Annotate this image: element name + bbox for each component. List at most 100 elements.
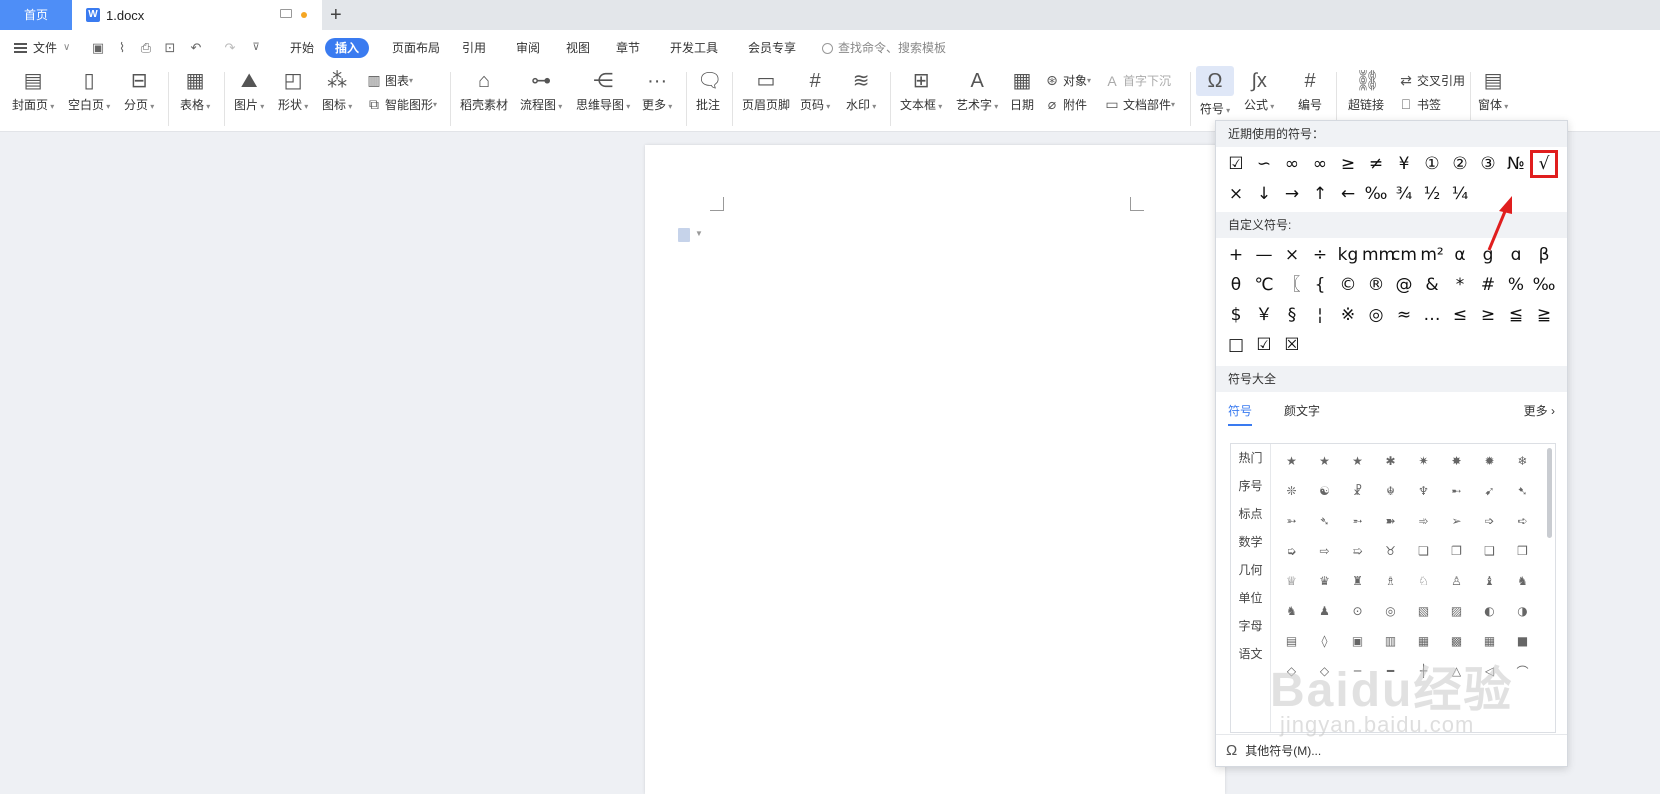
glyph-cell[interactable]: ◎ — [1374, 604, 1407, 618]
custom-symbol[interactable]: × — [1278, 241, 1306, 269]
formula-button[interactable]: ∫x 公式 ▾ — [1244, 70, 1274, 113]
save-icon[interactable]: ▣ — [90, 40, 106, 56]
custom-symbol[interactable]: # — [1474, 271, 1502, 299]
custom-symbol[interactable]: kg — [1334, 241, 1362, 269]
picture-button[interactable]: ⛰ 图片 ▾ — [234, 70, 264, 113]
glyph-cell[interactable]: ➢ — [1440, 514, 1473, 528]
glyph-cell[interactable]: ■ — [1506, 634, 1539, 648]
custom-symbol[interactable]: ￥ — [1250, 301, 1278, 329]
glyph-cell[interactable]: ➾ — [1407, 514, 1440, 528]
glyph-cell[interactable]: ♗ — [1374, 574, 1407, 588]
more-symbols-link[interactable]: 更多 › — [1524, 402, 1555, 419]
glyph-cell[interactable]: ▦ — [1407, 634, 1440, 648]
smartart-button[interactable]: ⧉ 智能图形 ▾ — [366, 96, 437, 113]
custom-symbol[interactable]: ◎ — [1362, 301, 1390, 329]
symbol-category[interactable]: 字母 — [1231, 612, 1270, 640]
glyph-cell[interactable]: ✱ — [1374, 454, 1407, 468]
recent-symbol[interactable]: ≥ — [1334, 150, 1362, 178]
object-button[interactable]: ⊛ 对象 ▾ — [1044, 72, 1091, 89]
symbol-category[interactable]: 热门 — [1231, 444, 1270, 472]
glyph-cell[interactable]: ❒ — [1506, 544, 1539, 558]
custom-symbol[interactable]: % — [1502, 271, 1530, 299]
shape-button[interactable]: ◰ 形状 ▾ — [278, 70, 308, 113]
custom-symbol[interactable]: ≥ — [1474, 301, 1502, 329]
tab-start[interactable]: 开始 — [280, 38, 324, 58]
recent-symbol[interactable]: ¾ — [1390, 180, 1418, 208]
blank-page-button[interactable]: ▯ 空白页 ▾ — [68, 70, 110, 113]
recent-symbol[interactable]: ∽ — [1250, 150, 1278, 178]
symbol-category[interactable]: 语文 — [1231, 640, 1270, 668]
glyph-cell[interactable]: ◊ — [1308, 634, 1341, 648]
recent-symbol[interactable]: ½ — [1418, 180, 1446, 208]
custom-symbol[interactable]: ® — [1362, 271, 1390, 299]
recent-symbol[interactable]: ① — [1418, 150, 1446, 178]
glyph-cell[interactable]: ➴ — [1308, 514, 1341, 528]
monitor-icon[interactable] — [280, 9, 292, 18]
hyperlink-button[interactable]: ⛓ 超链接 — [1348, 70, 1384, 113]
symbol-category[interactable]: 序号 — [1231, 472, 1270, 500]
recent-symbol[interactable]: ② — [1446, 150, 1474, 178]
command-search[interactable]: 查找命令、搜索模板 — [822, 30, 946, 66]
tab-insert[interactable]: 插入 — [325, 38, 370, 58]
glyph-cell[interactable]: ☧ — [1341, 484, 1374, 498]
symbol-category[interactable]: 几何 — [1231, 556, 1270, 584]
glyph-cell[interactable]: ➽ — [1374, 514, 1407, 528]
custom-symbol[interactable]: cm — [1390, 241, 1418, 269]
recent-symbol[interactable]: ¥ — [1390, 150, 1418, 178]
file-menu-button[interactable]: 文件 ∨ — [14, 30, 70, 66]
glyph-cell[interactable]: ➹ — [1473, 484, 1506, 498]
docpart-button[interactable]: ▭ 文档部件 ▾ — [1104, 96, 1175, 113]
comment-button[interactable]: 🗨 批注 — [696, 70, 722, 113]
other-symbols-button[interactable]: Ω 其他符号(M)... — [1216, 734, 1567, 766]
custom-symbol[interactable]: & — [1418, 271, 1446, 299]
recent-symbol[interactable]: ③ — [1474, 150, 1502, 178]
custom-symbol[interactable]: θ — [1222, 271, 1250, 299]
glyph-cell[interactable]: ➸ — [1440, 484, 1473, 498]
custom-symbol[interactable]: ※ — [1334, 301, 1362, 329]
new-tab-button[interactable]: + — [330, 2, 342, 28]
recent-symbol[interactable]: ← — [1334, 180, 1362, 208]
custom-symbol[interactable]: @ — [1390, 271, 1418, 299]
glyph-cell[interactable]: ❐ — [1440, 544, 1473, 558]
recent-symbol[interactable]: ☑ — [1222, 150, 1250, 178]
custom-symbol[interactable]: ÷ — [1306, 241, 1334, 269]
more-button[interactable]: ··· 更多 ▾ — [642, 70, 672, 113]
format-painter-icon[interactable]: ⌇ — [114, 40, 130, 56]
glyph-cell[interactable]: ➩ — [1473, 514, 1506, 528]
daoke-material-button[interactable]: ⌂ 稻壳素材 — [460, 70, 508, 113]
custom-symbol[interactable]: … — [1418, 301, 1446, 329]
glyph-cell[interactable]: ★ — [1308, 454, 1341, 468]
mindmap-button[interactable]: ⋲ 思维导图 ▾ — [576, 70, 630, 113]
chart-button[interactable]: ▥ 图表 ▾ — [366, 72, 413, 89]
recent-symbol[interactable]: × — [1222, 180, 1250, 208]
glyph-cell[interactable]: ▧ — [1407, 604, 1440, 618]
recent-symbol[interactable]: ↓ — [1250, 180, 1278, 208]
custom-symbol[interactable]: ≦ — [1502, 301, 1530, 329]
custom-symbol[interactable]: ☑ — [1250, 331, 1278, 359]
custom-symbol[interactable]: ℃ — [1250, 271, 1278, 299]
custom-symbol[interactable]: $ — [1222, 301, 1250, 329]
tab-review[interactable]: 审阅 — [506, 38, 550, 58]
chevron-down-icon[interactable]: ▼ — [695, 229, 703, 238]
custom-symbol[interactable]: * — [1446, 271, 1474, 299]
tab-document[interactable]: W 1.docx — [72, 0, 322, 30]
print-icon[interactable]: ⎙ — [138, 40, 154, 56]
glyph-cell[interactable]: ♉ — [1374, 544, 1407, 558]
custom-symbol[interactable]: + — [1222, 241, 1250, 269]
glyph-cell[interactable]: ♛ — [1308, 574, 1341, 588]
recent-symbol[interactable]: ↑ — [1306, 180, 1334, 208]
tab-developer[interactable]: 开发工具 — [660, 38, 728, 58]
page-break-button[interactable]: ⊟ 分页 ▾ — [124, 70, 154, 113]
attachment-button[interactable]: ⌀ 附件 — [1044, 96, 1087, 113]
symbol-category[interactable]: 标点 — [1231, 500, 1270, 528]
glyph-cell[interactable]: ♕ — [1275, 574, 1308, 588]
recent-symbol[interactable]: № — [1502, 150, 1530, 178]
glyph-cell[interactable]: ➷ — [1506, 484, 1539, 498]
date-button[interactable]: ▦ 日期 — [1010, 70, 1034, 113]
tab-home[interactable]: 首页 — [0, 0, 72, 30]
print-preview-icon[interactable]: ⊡ — [162, 40, 178, 56]
recent-symbol[interactable]: ¼ — [1446, 180, 1474, 208]
glyph-cell[interactable]: ♜ — [1341, 574, 1374, 588]
glyph-cell[interactable]: ▥ — [1374, 634, 1407, 648]
custom-symbol[interactable]: ɑ — [1502, 241, 1530, 269]
